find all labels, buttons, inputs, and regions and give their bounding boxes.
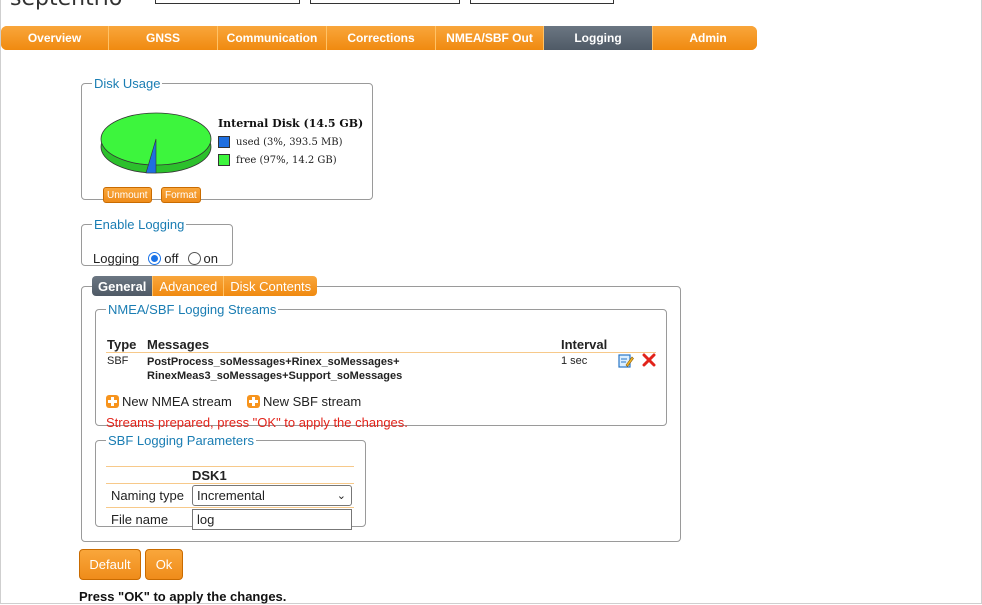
tab-nmea-sbf-out[interactable]: NMEA/SBF Out: [436, 26, 544, 50]
logging-streams-group: NMEA/SBF Logging Streams Type Messages I…: [95, 302, 667, 430]
tab-communication[interactable]: Communication: [218, 26, 327, 50]
tab-admin[interactable]: Admin: [653, 26, 757, 50]
brand-logo: septentrio: [10, 0, 122, 11]
logging-toggle-row: Logging off on: [93, 251, 218, 266]
disk-usage-group: Disk Usage Internal Disk (14.5 GB) used …: [81, 76, 373, 203]
free-swatch: [218, 154, 230, 166]
legend-used: used (3%, 393.5 MB): [218, 136, 343, 148]
new-sbf-stream-link[interactable]: New SBF stream: [247, 394, 361, 409]
edit-icon[interactable]: [618, 353, 634, 369]
header-field[interactable]: [155, 0, 300, 4]
table-divider: [106, 352, 656, 353]
tab-corrections[interactable]: Corrections: [327, 26, 436, 50]
logging-subtabs: General Advanced Disk Contents: [92, 276, 318, 296]
header-field[interactable]: [310, 0, 460, 4]
streams-legend: NMEA/SBF Logging Streams: [108, 302, 277, 317]
sbf-params-group: SBF Logging Parameters DSK1 Naming type …: [95, 433, 366, 530]
subtab-general[interactable]: General: [92, 276, 154, 296]
unmount-button[interactable]: Unmount: [103, 187, 152, 203]
stream-interval: 1 sec: [561, 355, 588, 367]
file-name-input[interactable]: log: [192, 509, 352, 530]
subtab-disk-contents[interactable]: Disk Contents: [224, 276, 318, 296]
format-button[interactable]: Format: [161, 187, 201, 203]
naming-type-value: Incremental: [197, 488, 265, 503]
tab-overview[interactable]: Overview: [1, 26, 109, 50]
col-messages-header: Messages: [147, 337, 210, 352]
delete-icon[interactable]: [642, 353, 656, 367]
disk-title: Internal Disk (14.5 GB): [218, 117, 364, 130]
params-divider: [106, 483, 354, 484]
chevron-down-icon: ⌄: [336, 490, 346, 502]
enable-logging-legend: Enable Logging: [94, 217, 185, 232]
main-nav: Overview GNSS Communication Corrections …: [1, 26, 757, 50]
used-swatch: [218, 136, 230, 148]
col-type-header: Type: [107, 337, 137, 352]
enable-logging-group: Enable Logging Logging off on: [81, 217, 233, 266]
header-field[interactable]: [470, 0, 614, 4]
subtab-advanced[interactable]: Advanced: [153, 276, 225, 296]
disk-usage-pie-chart: [100, 112, 212, 174]
logging-off-label: off: [164, 251, 179, 266]
streams-warning: Streams prepared, press "OK" to apply th…: [106, 415, 408, 430]
params-divider: [106, 507, 354, 508]
naming-type-select[interactable]: Incremental ⌄: [192, 485, 352, 506]
plus-icon: [106, 395, 119, 408]
stream-messages: PostProcess_soMessages+Rinex_soMessages+…: [147, 355, 402, 383]
stream-messages-line1: PostProcess_soMessages+Rinex_soMessages+: [147, 356, 400, 368]
col-interval-header: Interval: [561, 337, 608, 352]
logging-on-radio[interactable]: [187, 252, 201, 265]
stream-type: SBF: [107, 355, 129, 367]
naming-type-label: Naming type: [111, 488, 184, 503]
tab-gnss[interactable]: GNSS: [109, 26, 218, 50]
new-nmea-label: New NMEA stream: [122, 394, 232, 409]
tab-logging[interactable]: Logging: [544, 26, 653, 50]
logging-label: Logging: [93, 251, 140, 266]
new-sbf-label: New SBF stream: [263, 394, 362, 409]
legend-free: free (97%, 14.2 GB): [218, 154, 337, 166]
new-nmea-stream-link[interactable]: New NMEA stream: [106, 394, 232, 409]
default-button[interactable]: Default: [79, 549, 141, 580]
disk-usage-legend: Disk Usage: [94, 76, 161, 91]
logging-on-label: on: [203, 251, 218, 266]
dsk1-header: DSK1: [192, 468, 227, 483]
stream-messages-line2: RinexMeas3_soMessages+Support_soMessages: [147, 370, 403, 382]
used-label: used (3%, 393.5 MB): [236, 136, 343, 148]
ok-button[interactable]: Ok: [145, 549, 183, 580]
logging-off-radio[interactable]: [148, 252, 162, 265]
params-divider: [106, 466, 354, 467]
footer-note: Press "OK" to apply the changes.: [79, 589, 287, 604]
sbf-params-legend: SBF Logging Parameters: [108, 433, 254, 448]
plus-icon: [247, 395, 260, 408]
file-name-label: File name: [111, 512, 169, 527]
free-label: free (97%, 14.2 GB): [236, 154, 337, 166]
